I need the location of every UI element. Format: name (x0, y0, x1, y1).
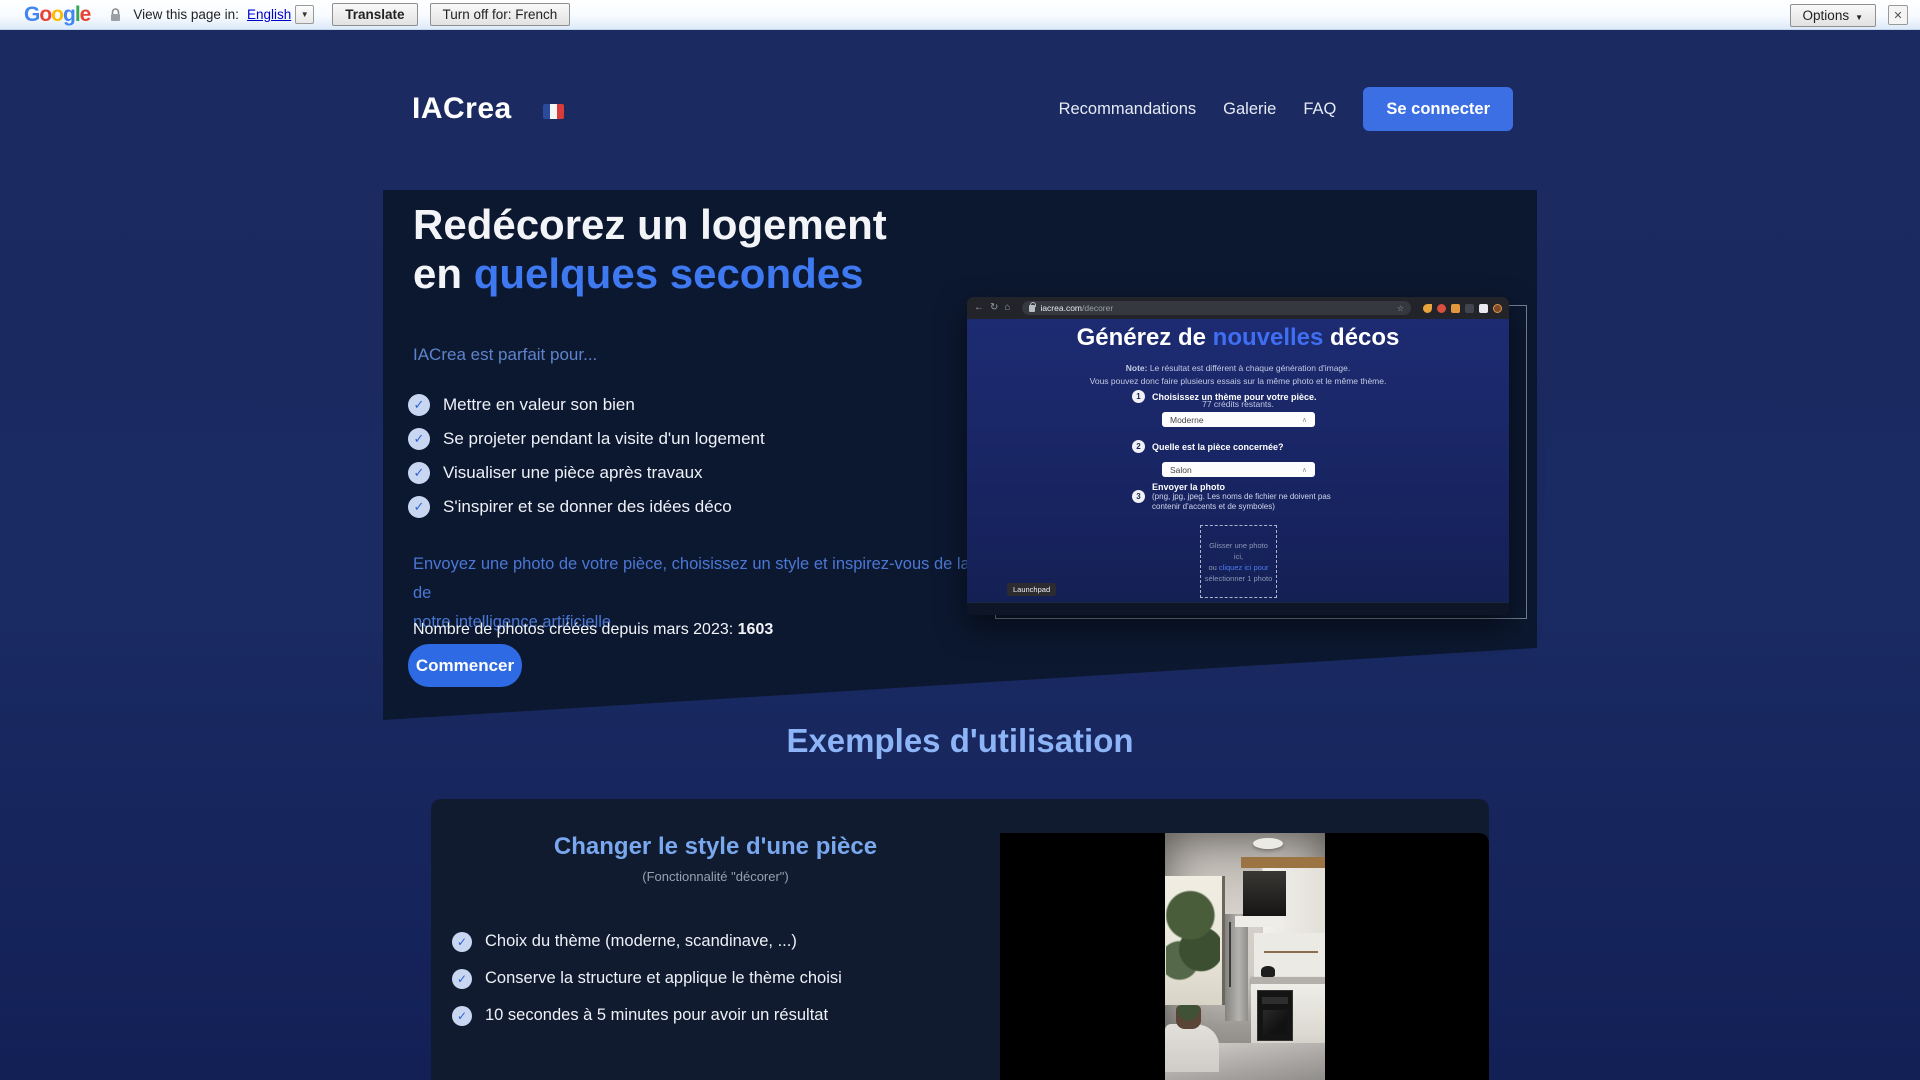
examples-section-title: Exemples d'utilisation (0, 722, 1920, 760)
language-dropdown-button[interactable]: ▼ (295, 5, 314, 24)
hero-title: Redécorez un logement en quelques second… (413, 200, 887, 298)
photo-counter: Nombre de photos créées depuis mars 2023… (413, 621, 773, 639)
chevron-up-icon: ∧ (1302, 416, 1307, 424)
page: Google View this page in: English ▼ Tran… (0, 0, 1920, 1080)
browser-chrome: ← ↻ ⌂ iacrea.com/decorer ☆ (967, 297, 1509, 319)
launchpad-label: Launchpad (1007, 583, 1056, 596)
screenshot-title: Générez de nouvelles décos (967, 324, 1509, 352)
lock-icon (1029, 305, 1035, 312)
card-image-area (1000, 833, 1489, 1080)
white-extension-icon (1479, 304, 1488, 313)
card-title: Changer le style d'une pièce (431, 833, 1000, 861)
theme-dropdown: Moderne ∧ (1162, 412, 1315, 427)
check-icon: ✓ (408, 462, 430, 484)
photo-counter-value: 1603 (738, 621, 774, 638)
step-1-badge: 1 (1132, 390, 1145, 403)
photo-upload-dropzone: Glisser une photo ici, ou cliquez ici po… (1200, 525, 1277, 598)
back-icon: ← (974, 303, 984, 313)
turn-off-translation-button[interactable]: Turn off for: French (430, 3, 571, 26)
list-item: ✓ Conserve la structure et applique le t… (452, 960, 842, 997)
chevron-up-icon: ∧ (1302, 466, 1307, 474)
screenshot-page: Générez de nouvelles décos Note: Le résu… (967, 319, 1509, 615)
card-subtitle: (Fonctionnalité "décorer") (431, 869, 1000, 884)
chevron-down-icon: ▼ (1855, 13, 1863, 22)
close-translate-bar-button[interactable]: ✕ (1888, 5, 1908, 25)
check-icon: ✓ (408, 394, 430, 416)
profile-avatar-icon (1493, 304, 1502, 313)
nav-item-galerie[interactable]: Galerie (1223, 100, 1276, 119)
list-item: ✓ 10 secondes à 5 minutes pour avoir un … (452, 997, 842, 1034)
check-icon: ✓ (452, 969, 472, 989)
screenshot-note-line2: Vous pouvez donc faire plusieurs essais … (967, 376, 1509, 386)
hero-tagline: IACrea est parfait pour... (413, 345, 597, 365)
check-icon: ✓ (408, 496, 430, 518)
main-nav: Recommandations Galerie FAQ Se connecter (1059, 87, 1513, 131)
close-icon: ✕ (1893, 9, 1902, 22)
list-item: ✓ Choix du thème (moderne, scandinave, .… (452, 923, 842, 960)
home-icon: ⌂ (1004, 303, 1010, 313)
google-translate-bar: Google View this page in: English ▼ Tran… (0, 0, 1920, 30)
nav-item-recommandations[interactable]: Recommandations (1059, 100, 1197, 119)
example-card: Changer le style d'une pièce (Fonctionna… (431, 799, 1489, 1080)
translate-button[interactable]: Translate (332, 3, 417, 26)
bookmark-star-icon: ☆ (1397, 304, 1404, 313)
chevron-down-icon: ▼ (301, 10, 309, 19)
refresh-icon: ↻ (990, 303, 998, 313)
google-logo: Google (24, 3, 90, 27)
dock-strip (967, 602, 1509, 615)
list-item: ✓ S'inspirer et se donner des idées déco (408, 490, 765, 524)
room-dropdown: Salon ∧ (1162, 462, 1315, 477)
nav-item-faq[interactable]: FAQ (1303, 100, 1336, 119)
language-link[interactable]: English (247, 7, 291, 22)
card-checklist: ✓ Choix du thème (moderne, scandinave, .… (452, 923, 842, 1034)
list-item: ✓ Visualiser une pièce après travaux (408, 456, 765, 490)
iacrea-page: IACrea Recommandations Galerie FAQ Se co… (0, 30, 1920, 1080)
step-2-badge: 2 (1132, 440, 1145, 453)
step-3: 3 Envoyer la photo (png, jpg, jpeg. Les … (1132, 482, 1331, 512)
extension-icons (1423, 304, 1502, 313)
start-button[interactable]: Commencer (408, 644, 522, 687)
kitchen-photo (1165, 833, 1325, 1080)
step-3-badge: 3 (1132, 490, 1145, 503)
step-1: 1 Choisissez un thème pour votre pièce. (1132, 390, 1317, 403)
check-icon: ✓ (452, 932, 472, 952)
address-bar: iacrea.com/decorer ☆ (1022, 301, 1411, 315)
french-flag-icon (543, 104, 564, 119)
check-icon: ✓ (452, 1006, 472, 1026)
list-item: ✓ Mettre en valeur son bien (408, 388, 765, 422)
hero-checklist: ✓ Mettre en valeur son bien ✓ Se projete… (408, 388, 765, 524)
site-logo[interactable]: IACrea (412, 92, 512, 126)
options-button[interactable]: Options▼ (1790, 4, 1876, 27)
dark-extension-icon (1465, 304, 1474, 313)
rss-extension-icon (1423, 304, 1432, 313)
orange-extension-icon (1451, 304, 1460, 313)
red-extension-icon (1437, 304, 1446, 313)
step-2: 2 Quelle est la pièce concernée? (1132, 440, 1284, 453)
view-page-label: View this page in: (133, 7, 239, 22)
lock-icon (110, 8, 121, 22)
list-item: ✓ Se projeter pendant la visite d'un log… (408, 422, 765, 456)
screenshot-note-line1: Note: Le résultat est différent à chaque… (967, 363, 1509, 373)
check-icon: ✓ (408, 428, 430, 450)
app-screenshot: ← ↻ ⌂ iacrea.com/decorer ☆ (967, 297, 1509, 615)
login-button[interactable]: Se connecter (1363, 87, 1513, 131)
